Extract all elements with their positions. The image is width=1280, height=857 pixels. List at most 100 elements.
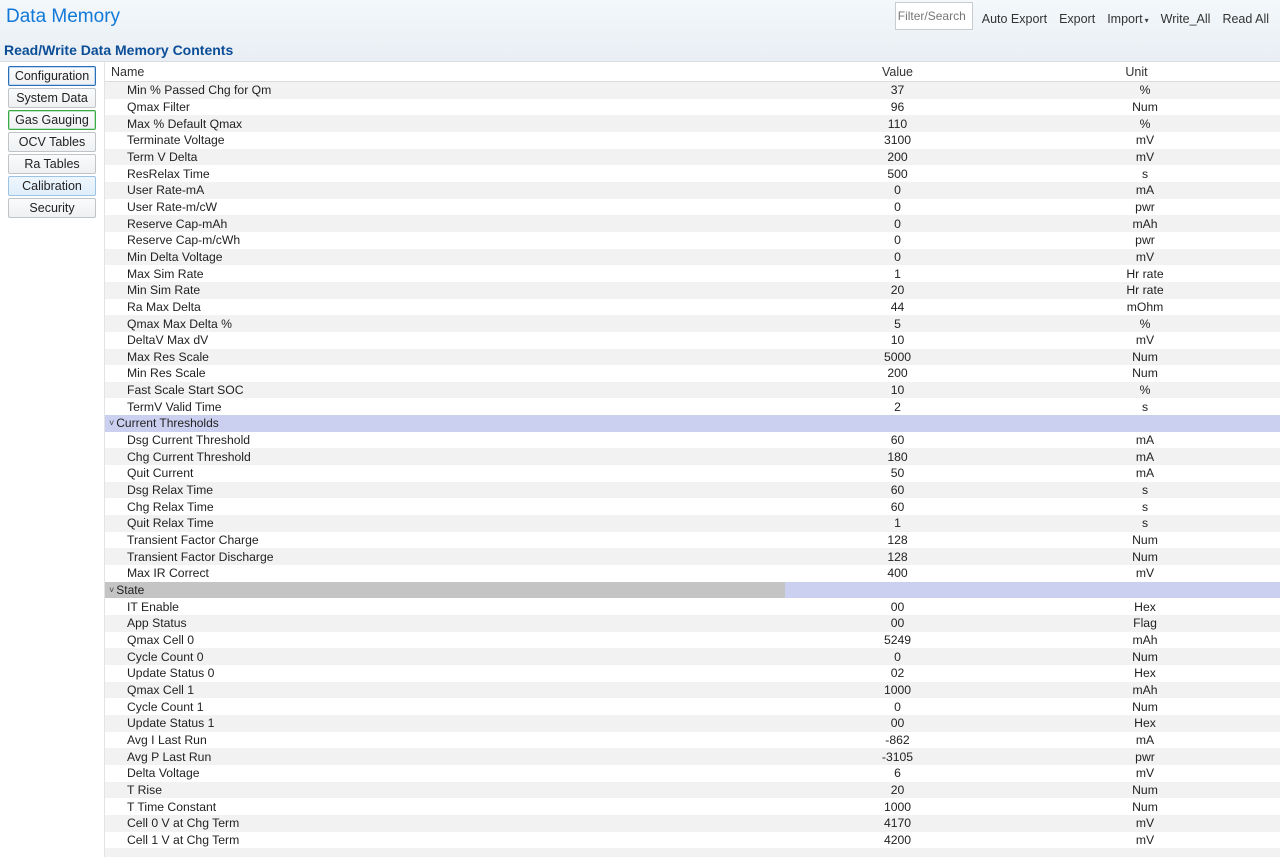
table-row[interactable]: Chg Current Threshold180mA xyxy=(105,448,1280,465)
param-value[interactable]: 400 xyxy=(785,565,1010,582)
table-row[interactable]: Fast Scale Start SOC10% xyxy=(105,382,1280,399)
grid-body[interactable]: Min % Passed Chg for Qm37%Qmax Filter96N… xyxy=(105,82,1280,857)
param-value[interactable]: 128 xyxy=(785,532,1010,549)
param-value[interactable]: 128 xyxy=(785,548,1010,565)
sidebar-item-calibration[interactable]: Calibration xyxy=(8,176,96,196)
table-row[interactable]: ResRelax Time500s xyxy=(105,165,1280,182)
table-row[interactable]: DeltaV Max dV10mV xyxy=(105,332,1280,349)
table-row[interactable]: Max Sim Rate1Hr rate xyxy=(105,265,1280,282)
param-value[interactable]: 37 xyxy=(785,82,1010,99)
param-value[interactable]: 00 xyxy=(785,615,1010,632)
toolbar-btn-auto-export[interactable]: Auto Export xyxy=(977,2,1052,30)
table-row[interactable]: Reserve Cap-mAh0mAh xyxy=(105,215,1280,232)
param-value[interactable]: 2 xyxy=(785,398,1010,415)
param-value[interactable]: 0 xyxy=(785,199,1010,216)
toolbar-btn-read-all[interactable]: Read All xyxy=(1217,2,1274,30)
param-value[interactable]: 3100 xyxy=(785,132,1010,149)
table-row[interactable]: App Status00Flag xyxy=(105,615,1280,632)
table-row[interactable]: Update Status 002Hex xyxy=(105,665,1280,682)
table-row[interactable]: Max Res Scale5000Num xyxy=(105,349,1280,366)
table-row[interactable]: Qmax Cell 11000mAh xyxy=(105,682,1280,699)
table-row[interactable]: Cycle Count 10Num xyxy=(105,698,1280,715)
param-value[interactable]: -862 xyxy=(785,732,1010,749)
table-row[interactable]: TermV Valid Time2s xyxy=(105,398,1280,415)
sidebar-item-configuration[interactable]: Configuration xyxy=(8,66,96,86)
table-row[interactable]: Max IR Correct400mV xyxy=(105,565,1280,582)
table-row[interactable]: Ra Max Delta44mOhm xyxy=(105,299,1280,316)
toolbar-btn-export[interactable]: Export xyxy=(1054,2,1100,30)
section-header[interactable]: ˅State xyxy=(105,582,1280,599)
param-value[interactable]: 00 xyxy=(785,715,1010,732)
param-value[interactable]: 180 xyxy=(785,448,1010,465)
param-value[interactable] xyxy=(785,848,1010,857)
table-row[interactable]: Cell 0 V at Chg Term4170mV xyxy=(105,815,1280,832)
param-value[interactable]: 500 xyxy=(785,165,1010,182)
table-row[interactable]: Transient Factor Charge128Num xyxy=(105,532,1280,549)
param-value[interactable]: 5000 xyxy=(785,349,1010,366)
sidebar-item-gas-gauging[interactable]: Gas Gauging xyxy=(8,110,96,130)
param-value[interactable]: 60 xyxy=(785,498,1010,515)
param-value[interactable]: 20 xyxy=(785,782,1010,799)
table-row[interactable]: Cell 1 V at Chg Term4200mV xyxy=(105,832,1280,849)
param-value[interactable]: 0 xyxy=(785,648,1010,665)
sidebar-item-ocv-tables[interactable]: OCV Tables xyxy=(8,132,96,152)
sidebar-item-security[interactable]: Security xyxy=(8,198,96,218)
section-name[interactable]: ˅State xyxy=(105,582,785,599)
param-value[interactable]: 110 xyxy=(785,115,1010,132)
table-row[interactable] xyxy=(105,848,1280,857)
table-row[interactable]: Dsg Current Threshold60mA xyxy=(105,432,1280,449)
param-value[interactable]: 0 xyxy=(785,249,1010,266)
param-value[interactable]: 60 xyxy=(785,482,1010,499)
param-value[interactable]: 96 xyxy=(785,99,1010,116)
table-row[interactable]: Cycle Count 00Num xyxy=(105,648,1280,665)
toolbar-btn-import[interactable]: Import xyxy=(1102,2,1153,30)
param-value[interactable]: 02 xyxy=(785,665,1010,682)
table-row[interactable]: Avg P Last Run-3105pwr xyxy=(105,748,1280,765)
param-value[interactable]: 60 xyxy=(785,432,1010,449)
param-value[interactable]: 6 xyxy=(785,765,1010,782)
param-value[interactable]: 200 xyxy=(785,365,1010,382)
table-row[interactable]: User Rate-mA0mA xyxy=(105,182,1280,199)
section-header[interactable]: ˅Current Thresholds xyxy=(105,415,1280,432)
table-row[interactable]: T Time Constant1000Num xyxy=(105,798,1280,815)
table-row[interactable]: Transient Factor Discharge128Num xyxy=(105,548,1280,565)
col-header-name[interactable]: Name xyxy=(105,65,785,79)
table-row[interactable]: Qmax Cell 05249mAh xyxy=(105,632,1280,649)
param-value[interactable]: 20 xyxy=(785,282,1010,299)
param-value[interactable]: 4170 xyxy=(785,815,1010,832)
table-row[interactable]: Min % Passed Chg for Qm37% xyxy=(105,82,1280,99)
param-value[interactable]: 44 xyxy=(785,299,1010,316)
col-header-unit[interactable]: Unit xyxy=(1010,65,1263,79)
table-row[interactable]: Update Status 100Hex xyxy=(105,715,1280,732)
table-row[interactable]: Quit Relax Time1s xyxy=(105,515,1280,532)
table-row[interactable]: Term V Delta200mV xyxy=(105,149,1280,166)
param-value[interactable]: 5249 xyxy=(785,632,1010,649)
table-row[interactable]: IT Enable00Hex xyxy=(105,598,1280,615)
filter-search-input[interactable]: Filter/Search xyxy=(895,2,973,30)
param-value[interactable]: 1000 xyxy=(785,682,1010,699)
table-row[interactable]: Max % Default Qmax110% xyxy=(105,115,1280,132)
param-value[interactable]: 5 xyxy=(785,315,1010,332)
table-row[interactable]: T Rise20Num xyxy=(105,782,1280,799)
param-value[interactable]: 0 xyxy=(785,215,1010,232)
sidebar-item-system-data[interactable]: System Data xyxy=(8,88,96,108)
param-value[interactable]: 0 xyxy=(785,232,1010,249)
param-value[interactable]: 1000 xyxy=(785,798,1010,815)
table-row[interactable]: Chg Relax Time60s xyxy=(105,498,1280,515)
table-row[interactable]: Qmax Filter96Num xyxy=(105,99,1280,116)
param-value[interactable]: 10 xyxy=(785,382,1010,399)
table-row[interactable]: Quit Current50mA xyxy=(105,465,1280,482)
param-value[interactable]: 00 xyxy=(785,598,1010,615)
param-value[interactable]: 0 xyxy=(785,182,1010,199)
toolbar-btn-write-all[interactable]: Write_All xyxy=(1156,2,1216,30)
table-row[interactable]: Min Delta Voltage0mV xyxy=(105,249,1280,266)
param-value[interactable]: 1 xyxy=(785,265,1010,282)
param-value[interactable]: 50 xyxy=(785,465,1010,482)
table-row[interactable]: Dsg Relax Time60s xyxy=(105,482,1280,499)
table-row[interactable]: User Rate-m/cW0pwr xyxy=(105,199,1280,216)
table-row[interactable]: Terminate Voltage3100mV xyxy=(105,132,1280,149)
table-row[interactable]: Min Res Scale200Num xyxy=(105,365,1280,382)
table-row[interactable]: Avg I Last Run-862mA xyxy=(105,732,1280,749)
table-row[interactable]: Qmax Max Delta %5% xyxy=(105,315,1280,332)
param-value[interactable]: -3105 xyxy=(785,748,1010,765)
